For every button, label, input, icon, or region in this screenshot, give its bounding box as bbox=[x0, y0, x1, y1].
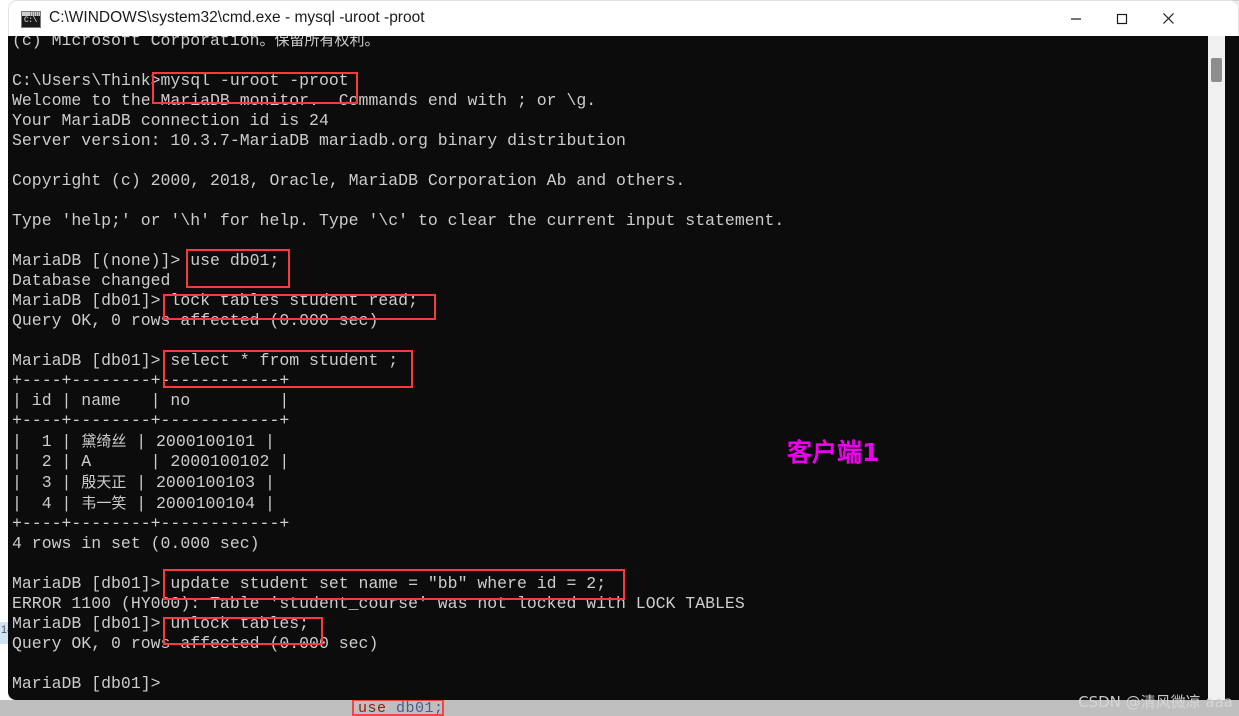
console-output-area[interactable]: (c) Microsoft Corporation。保留所有权利。 C:\Use… bbox=[8, 36, 1239, 700]
cmd-icon: C:\ bbox=[21, 11, 41, 28]
csdn-watermark: CSDN @清风微凉 aaa bbox=[1078, 693, 1233, 711]
console-scrollbar[interactable] bbox=[1208, 36, 1225, 700]
window-title: C:\WINDOWS\system32\cmd.exe - mysql -uro… bbox=[49, 9, 425, 26]
maximize-button[interactable] bbox=[1099, 1, 1145, 36]
client-label-annotation: 客户端1 bbox=[787, 438, 880, 467]
background-window-highlight-box bbox=[352, 699, 444, 716]
screen: 14 use db01; C:\ C:\WINDOWS\system32\cmd… bbox=[0, 0, 1239, 716]
minimize-button[interactable] bbox=[1053, 1, 1099, 36]
console-scrollbar-thumb[interactable] bbox=[1211, 58, 1222, 82]
window-titlebar[interactable]: C:\ C:\WINDOWS\system32\cmd.exe - mysql … bbox=[8, 0, 1239, 36]
background-window-bottom-strip bbox=[0, 700, 1239, 716]
console-text: (c) Microsoft Corporation。保留所有权利。 C:\Use… bbox=[12, 36, 785, 693]
cmd-window: C:\ C:\WINDOWS\system32\cmd.exe - mysql … bbox=[8, 0, 1239, 700]
cmd-icon-prompt: C:\ bbox=[24, 16, 37, 25]
close-button[interactable] bbox=[1145, 1, 1191, 36]
